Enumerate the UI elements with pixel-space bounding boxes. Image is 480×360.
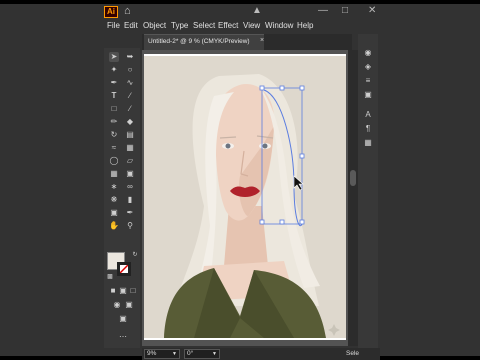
menu-effect[interactable]: Effect — [218, 19, 238, 33]
panel-dock: ◉ ◈ ≡ ▣ A ¶ ▦ — [358, 34, 378, 348]
hand-icon[interactable]: ✋ — [109, 221, 119, 231]
zoom-icon[interactable]: ⚲ — [125, 221, 135, 231]
symbol-sprayer-icon[interactable]: ❋ — [109, 195, 119, 205]
canvas[interactable] — [142, 50, 348, 346]
minimize-icon[interactable]: — — [318, 5, 328, 16]
mesh-icon[interactable]: ▦ — [109, 169, 119, 179]
character-icon[interactable]: A — [363, 110, 373, 120]
direct-selection-icon[interactable]: ➥ — [125, 52, 135, 62]
paragraph-icon[interactable]: ¶ — [363, 124, 373, 134]
menu-file[interactable]: File — [107, 19, 120, 33]
menu-help[interactable]: Help — [297, 19, 313, 33]
more-tools-icon[interactable]: ⋯ — [118, 332, 128, 342]
illustrator-window: Ai ⌂ ▲ — □ ✕ File Edit Object Type Selec… — [0, 4, 480, 360]
color-mode-icon[interactable]: ■ — [108, 286, 118, 296]
edit-toolbar-icon[interactable]: ▣ — [118, 314, 128, 324]
blend-icon[interactable]: ∞ — [125, 182, 135, 192]
paintbrush-icon[interactable]: ∕ — [125, 104, 135, 114]
none-mode-icon[interactable]: □ — [128, 286, 138, 296]
status-bar: 9% ▼ 0° ▼ Sele — [142, 348, 380, 360]
title-bar: Ai ⌂ ▲ — □ ✕ — [0, 4, 480, 18]
app-logo: Ai — [104, 6, 118, 18]
menu-type[interactable]: Type — [171, 19, 188, 33]
curvature-icon[interactable]: ∿ — [125, 78, 135, 88]
tools-panel: ➤ ➥ ✦ ○ ✒ ∿ T ∕ □ ∕ ✏ ◆ ↻ ▤ ≈ ▦ ◯ ▱ ▦ ▣ … — [104, 48, 140, 348]
properties-icon[interactable]: ≡ — [363, 76, 373, 86]
rectangle-icon[interactable]: □ — [109, 104, 119, 114]
screen-mode-icon[interactable]: ▣ — [124, 300, 134, 310]
document-tab[interactable]: Untitled-2* @ 9 % (CMYK/Preview) — [144, 34, 264, 50]
menu-view[interactable]: View — [243, 19, 260, 33]
shape-builder-icon[interactable]: ◯ — [109, 156, 119, 166]
column-graph-icon[interactable]: ▮ — [125, 195, 135, 205]
libraries-icon[interactable]: ▣ — [363, 90, 373, 100]
pen-icon[interactable]: ✒ — [109, 78, 119, 88]
eyedropper-icon[interactable]: ∗ — [109, 182, 119, 192]
vertical-scrollbar[interactable] — [348, 50, 358, 346]
home-icon[interactable]: ⌂ — [124, 5, 131, 17]
current-tool-label: Sele — [346, 350, 360, 357]
layers-icon[interactable]: ◈ — [363, 62, 373, 72]
slice-icon[interactable]: ✒ — [125, 208, 135, 218]
rotate-icon[interactable]: ↻ — [109, 130, 119, 140]
artboard[interactable] — [144, 54, 346, 340]
selection-icon[interactable]: ➤ — [109, 52, 119, 62]
artboard-icon[interactable]: ▣ — [109, 208, 119, 218]
pencil-icon[interactable]: ✏ — [109, 117, 119, 127]
menu-bar: File Edit Object Type Select Effect View… — [0, 18, 480, 34]
type-icon[interactable]: T — [109, 91, 119, 101]
close-icon[interactable]: × — [260, 34, 264, 48]
gradient-icon[interactable]: ▣ — [125, 169, 135, 179]
eraser-icon[interactable]: ◆ — [125, 117, 135, 127]
line-icon[interactable]: ∕ — [125, 91, 135, 101]
arrange-documents-icon[interactable]: ▲ — [252, 5, 262, 16]
magic-wand-icon[interactable]: ✦ — [109, 65, 119, 75]
lasso-icon[interactable]: ○ — [125, 65, 135, 75]
swap-fill-stroke-icon[interactable]: ↻ — [130, 250, 140, 260]
perspective-icon[interactable]: ▱ — [125, 156, 135, 166]
document-tabs: Untitled-2* @ 9 % (CMYK/Preview) × — [142, 34, 352, 50]
none-slash-icon — [120, 265, 128, 273]
transform-icon[interactable]: ▦ — [363, 138, 373, 148]
zoom-value: 9% — [147, 350, 157, 357]
color-icon[interactable]: ◉ — [363, 48, 373, 58]
chevron-down-icon[interactable]: ▼ — [212, 350, 217, 358]
document-tab-label: Untitled-2* @ 9 % (CMYK/Preview) — [148, 38, 250, 45]
draw-mode-icon[interactable]: ◉ — [112, 300, 122, 310]
angle-value: 0° — [187, 350, 194, 357]
menu-window[interactable]: Window — [265, 19, 293, 33]
width-icon[interactable]: ≈ — [109, 143, 119, 153]
free-transform-icon[interactable]: ▦ — [125, 143, 135, 153]
default-colors-icon[interactable]: ▩ — [105, 272, 115, 282]
maximize-icon[interactable]: □ — [342, 5, 348, 16]
rotate-view-field[interactable]: 0° ▼ — [184, 349, 220, 359]
portrait-illustration — [144, 56, 346, 338]
gradient-mode-icon[interactable]: ▣ — [118, 286, 128, 296]
scrollbar-thumb[interactable] — [350, 170, 356, 186]
scale-icon[interactable]: ▤ — [125, 130, 135, 140]
zoom-field[interactable]: 9% ▼ — [144, 349, 180, 359]
menu-edit[interactable]: Edit — [124, 19, 138, 33]
chevron-down-icon[interactable]: ▼ — [172, 350, 177, 358]
menu-object[interactable]: Object — [143, 19, 166, 33]
stroke-swatch[interactable] — [117, 262, 131, 276]
close-window-icon[interactable]: ✕ — [368, 5, 376, 16]
menu-select[interactable]: Select — [193, 19, 215, 33]
